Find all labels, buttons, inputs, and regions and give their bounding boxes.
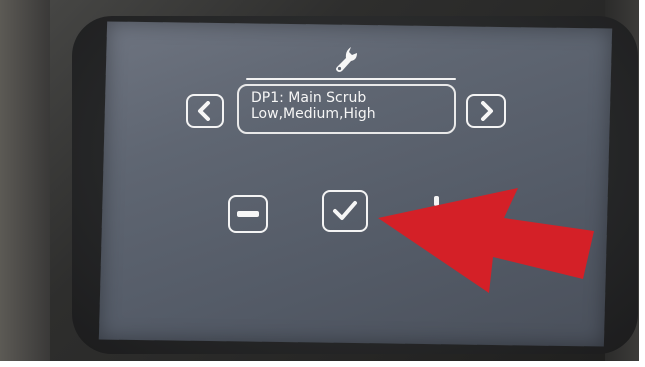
checkmark-icon xyxy=(333,201,357,220)
decrease-button[interactable] xyxy=(228,195,268,233)
frame-border-right xyxy=(639,0,645,367)
plus-icon xyxy=(434,196,439,206)
chevron-left-icon xyxy=(198,101,210,121)
previous-parameter-button[interactable] xyxy=(186,94,224,128)
confirm-button[interactable] xyxy=(322,190,368,232)
increase-button[interactable] xyxy=(414,190,454,230)
parameter-title: DP1: Main Scrub xyxy=(251,90,367,106)
parameter-options: Low,Medium,High xyxy=(251,106,376,122)
next-parameter-button[interactable] xyxy=(466,94,506,128)
wrench-icon xyxy=(336,47,357,72)
chevron-right-icon xyxy=(481,101,493,121)
header-divider xyxy=(246,78,456,80)
parameter-display: DP1: Main Scrub Low,Medium,High xyxy=(237,84,456,134)
minus-icon xyxy=(237,211,259,217)
device-photo: DP1: Main Scrub Low,Medium,High xyxy=(0,0,645,367)
background-edge-left xyxy=(0,0,50,367)
frame-border-bottom xyxy=(0,361,645,367)
